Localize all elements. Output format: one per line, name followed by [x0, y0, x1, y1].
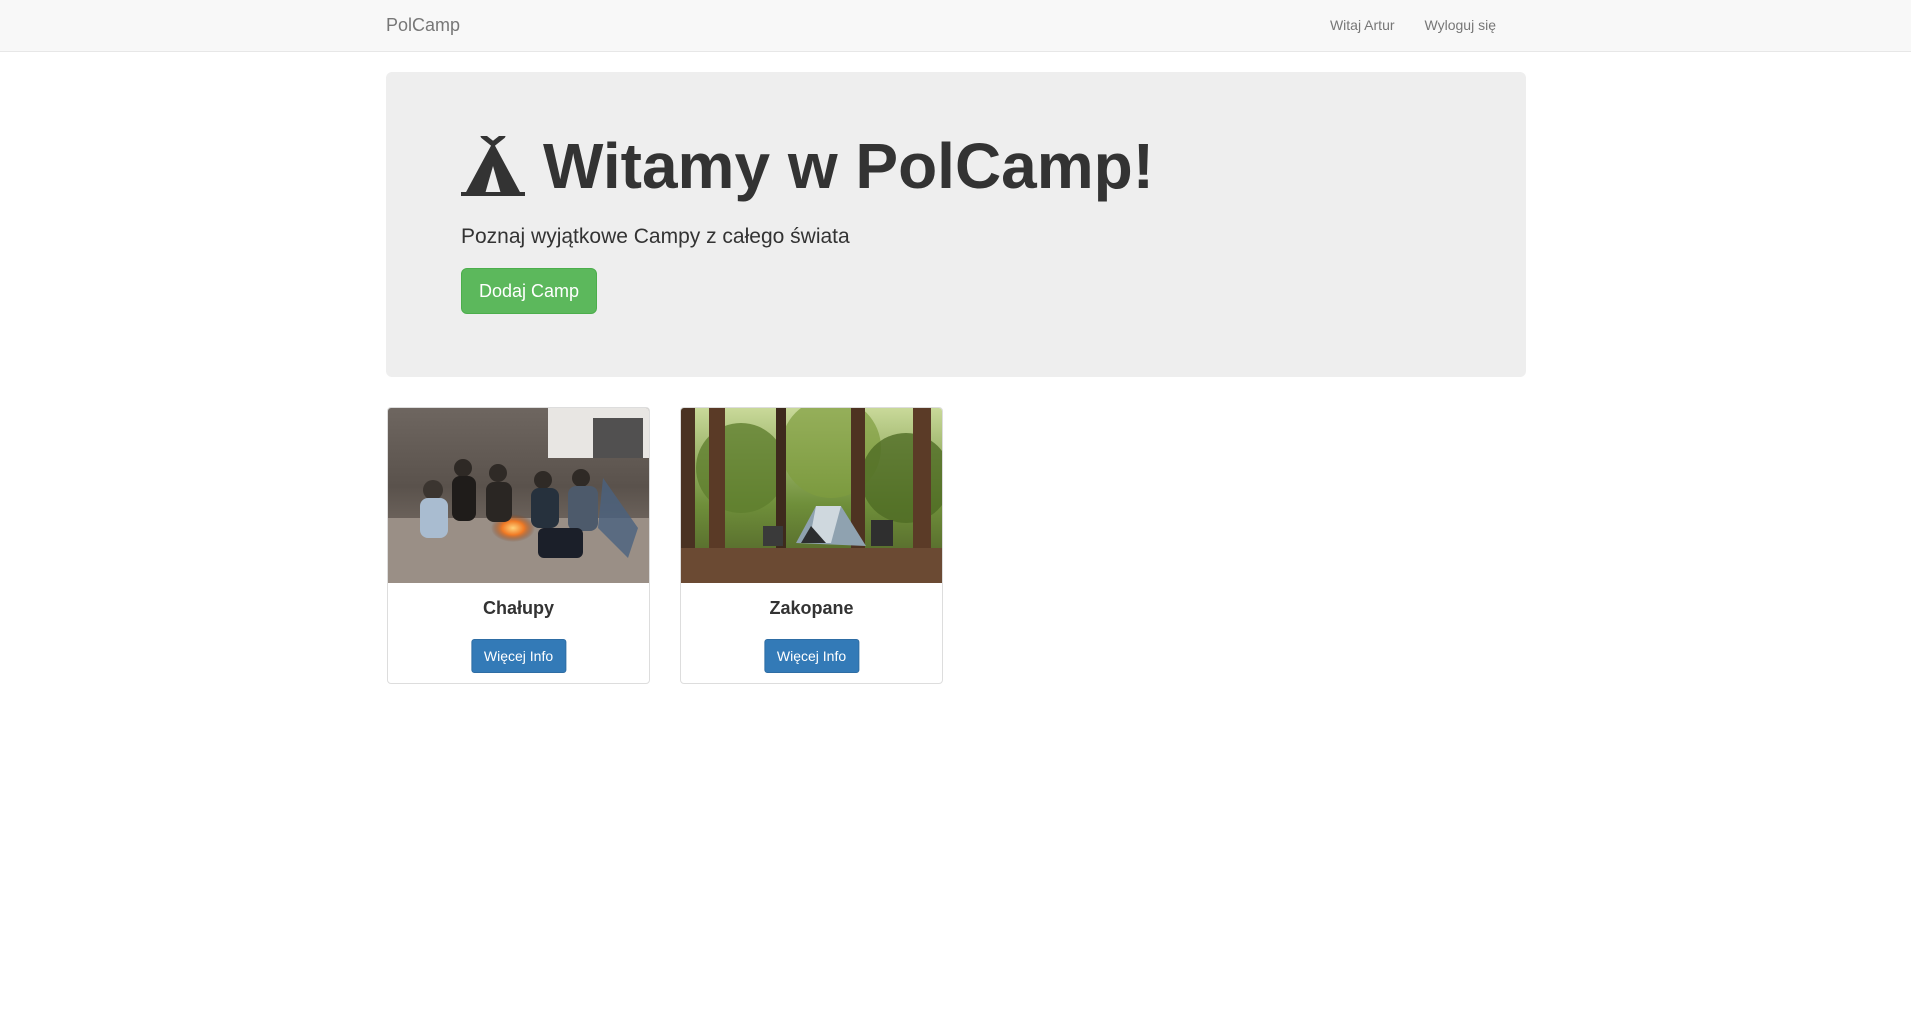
campground-card: Zakopane Więcej Info — [680, 407, 943, 684]
navbar-right-links: Witaj Artur Wyloguj się — [1315, 0, 1511, 51]
tent-icon — [461, 133, 525, 196]
campground-image-chalupy[interactable] — [388, 408, 649, 583]
campground-card: Chałupy Więcej Info — [387, 407, 650, 684]
welcome-user-link[interactable]: Witaj Artur — [1315, 0, 1410, 51]
campground-name: Chałupy — [482, 598, 554, 618]
brand-link[interactable]: PolCamp — [386, 0, 460, 51]
campground-image-zakopane[interactable] — [681, 408, 942, 583]
hero-title-text: Witamy w PolCamp! — [543, 130, 1155, 202]
campground-name: Zakopane — [769, 598, 854, 618]
add-camp-button[interactable]: Dodaj Camp — [461, 268, 597, 314]
logout-link[interactable]: Wyloguj się — [1410, 0, 1511, 51]
top-navbar: PolCamp Witaj Artur Wyloguj się — [0, 0, 1911, 52]
hero-jumbotron: Witamy w PolCamp! Poznaj wyjątkowe Campy… — [386, 72, 1526, 377]
more-info-button[interactable]: Więcej Info — [763, 639, 860, 673]
hero-subtitle: Poznaj wyjątkowe Campy z całego świata — [461, 225, 850, 248]
hero-title: Witamy w PolCamp! — [461, 130, 1155, 202]
more-info-button[interactable]: Więcej Info — [470, 639, 567, 673]
